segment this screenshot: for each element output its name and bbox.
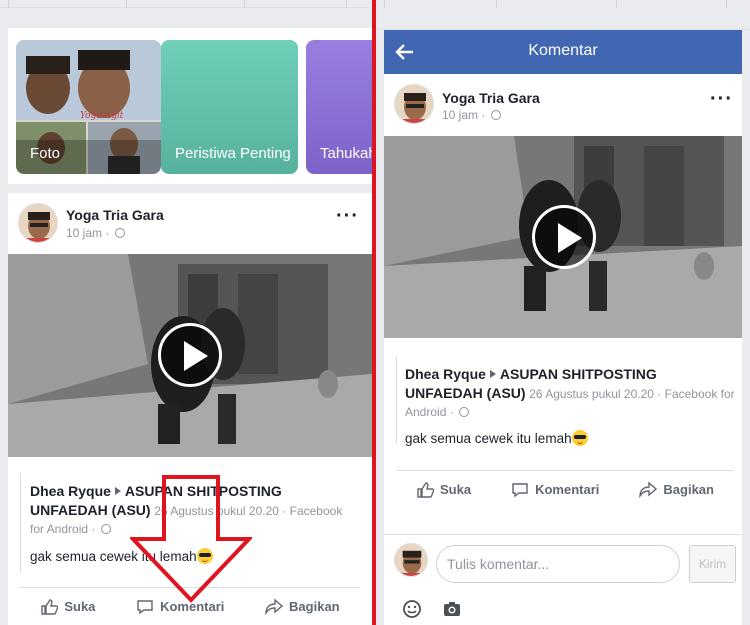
comment-composer: Tulis komentar... Kirim: [384, 534, 742, 625]
story-tahukah-label: Tahukah: [320, 145, 372, 162]
shared-author-name[interactable]: Dhea Ryque: [405, 366, 486, 382]
story-tahukah[interactable]: Tahukah: [306, 40, 372, 174]
more-dots-icon[interactable]: ···: [336, 205, 359, 228]
author-avatar[interactable]: [394, 84, 434, 124]
play-icon[interactable]: [532, 205, 596, 269]
post-actions-bar: Suka Komentari Bagikan: [396, 470, 734, 508]
left-panel-newsfeed: Yoga Agit Foto Peristiwa Penting Tahukah: [0, 0, 372, 625]
post-author-name[interactable]: Yoga Tria Gara: [442, 90, 540, 106]
shared-globe-icon: [459, 407, 470, 417]
svg-text:Yoga Agit: Yoga Agit: [80, 111, 124, 121]
comments-header: Komentar: [384, 30, 742, 74]
share-button[interactable]: Bagikan: [639, 480, 714, 499]
camera-icon[interactable]: [442, 599, 462, 619]
post-timestamp: 10 jam ·: [66, 226, 125, 240]
post-time-text: 10 jam ·: [66, 226, 113, 240]
video-player[interactable]: [8, 254, 372, 457]
post-text: gak semua cewek itu lemah: [405, 430, 588, 446]
highlights-card: Yoga Agit Foto Peristiwa Penting Tahukah: [8, 28, 372, 184]
share-icon: [265, 597, 284, 615]
comment-button[interactable]: Komentari: [511, 481, 599, 499]
shared-post-rule: [20, 473, 21, 573]
share-icon: [639, 480, 658, 498]
like-icon: [41, 598, 59, 615]
shared-author-name[interactable]: Dhea Ryque: [30, 483, 111, 499]
story-foto[interactable]: Yoga Agit Foto: [16, 40, 161, 174]
like-icon: [417, 481, 434, 498]
post-text-content: gak semua cewek itu lemah: [405, 431, 572, 446]
post-author-name[interactable]: Yoga Tria Gara: [66, 207, 164, 223]
comment-input[interactable]: Tulis komentar...: [436, 545, 680, 583]
play-icon[interactable]: [158, 323, 222, 387]
author-avatar[interactable]: [18, 203, 58, 243]
like-label: Suka: [64, 599, 96, 614]
like-button[interactable]: Suka: [416, 481, 471, 499]
like-label: Suka: [440, 482, 472, 497]
send-button[interactable]: Kirim: [689, 545, 736, 583]
right-panel-comments: Komentar Yoga Tria Gara 10 jam · ··· Dhe…: [376, 0, 750, 625]
story-peristiwa-penting[interactable]: Peristiwa Penting: [161, 40, 298, 174]
sunglasses-emoji-icon: [571, 430, 588, 446]
comments-post-card: Yoga Tria Gara 10 jam · ··· Dhea Ryque A…: [384, 74, 742, 625]
emoji-picker-icon[interactable]: [402, 599, 422, 619]
shared-arrow-icon: [489, 370, 496, 378]
more-dots-icon[interactable]: ···: [710, 88, 733, 111]
globe-icon: [490, 110, 501, 120]
screenshot-root: Yoga Agit Foto Peristiwa Penting Tahukah: [0, 0, 750, 625]
like-button[interactable]: Suka: [40, 598, 95, 616]
comment-icon: [512, 482, 528, 497]
shared-post-rule: [396, 356, 397, 444]
post-timestamp: 10 jam ·: [442, 108, 501, 122]
shared-arrow-icon: [114, 487, 121, 495]
share-label: Bagikan: [663, 482, 714, 497]
shared-globe-icon: [100, 524, 111, 534]
annotation-red-arrow: [130, 475, 252, 603]
share-button[interactable]: Bagikan: [265, 597, 340, 616]
comment-label: Komentari: [535, 482, 600, 497]
share-label: Bagikan: [289, 599, 340, 614]
story-peristiwa-label: Peristiwa Penting: [175, 145, 291, 162]
top-strip: [0, 0, 372, 8]
composer-avatar: [394, 543, 428, 577]
video-player[interactable]: [384, 136, 742, 338]
right-top-strip: [376, 0, 750, 30]
comments-title: Komentar: [528, 42, 598, 59]
post-time-text: 10 jam ·: [442, 108, 489, 122]
story-foto-label: Foto: [30, 145, 61, 162]
shared-post-header: Dhea Ryque ASUPAN SHITPOSTING UNFAEDAH (A…: [405, 365, 735, 421]
globe-icon: [114, 228, 125, 238]
